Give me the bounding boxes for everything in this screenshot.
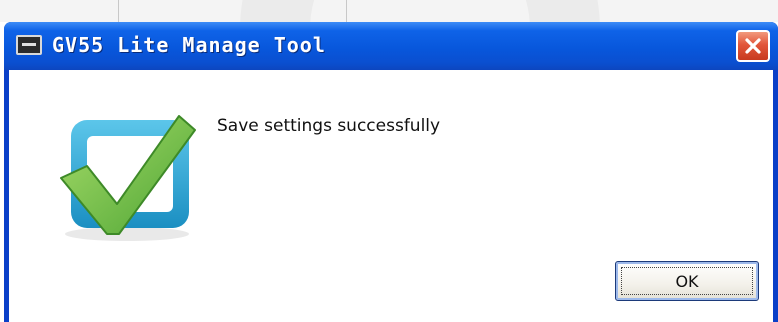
title-bar[interactable]: GV55 Lite Manage Tool — [4, 22, 778, 70]
message-dialog: GV55 Lite Manage Tool Save settings succ… — [4, 22, 778, 322]
close-icon — [745, 38, 761, 54]
background-divider — [118, 0, 119, 22]
dialog-message: Save settings successfully — [217, 116, 441, 136]
dialog-body: Save settings successfully OK — [9, 70, 773, 322]
checkmark-success-icon — [60, 115, 196, 241]
app-window-icon — [16, 35, 42, 55]
ok-button[interactable]: OK — [615, 261, 759, 301]
close-button[interactable] — [736, 30, 770, 62]
window-title: GV55 Lite Manage Tool — [52, 33, 326, 57]
